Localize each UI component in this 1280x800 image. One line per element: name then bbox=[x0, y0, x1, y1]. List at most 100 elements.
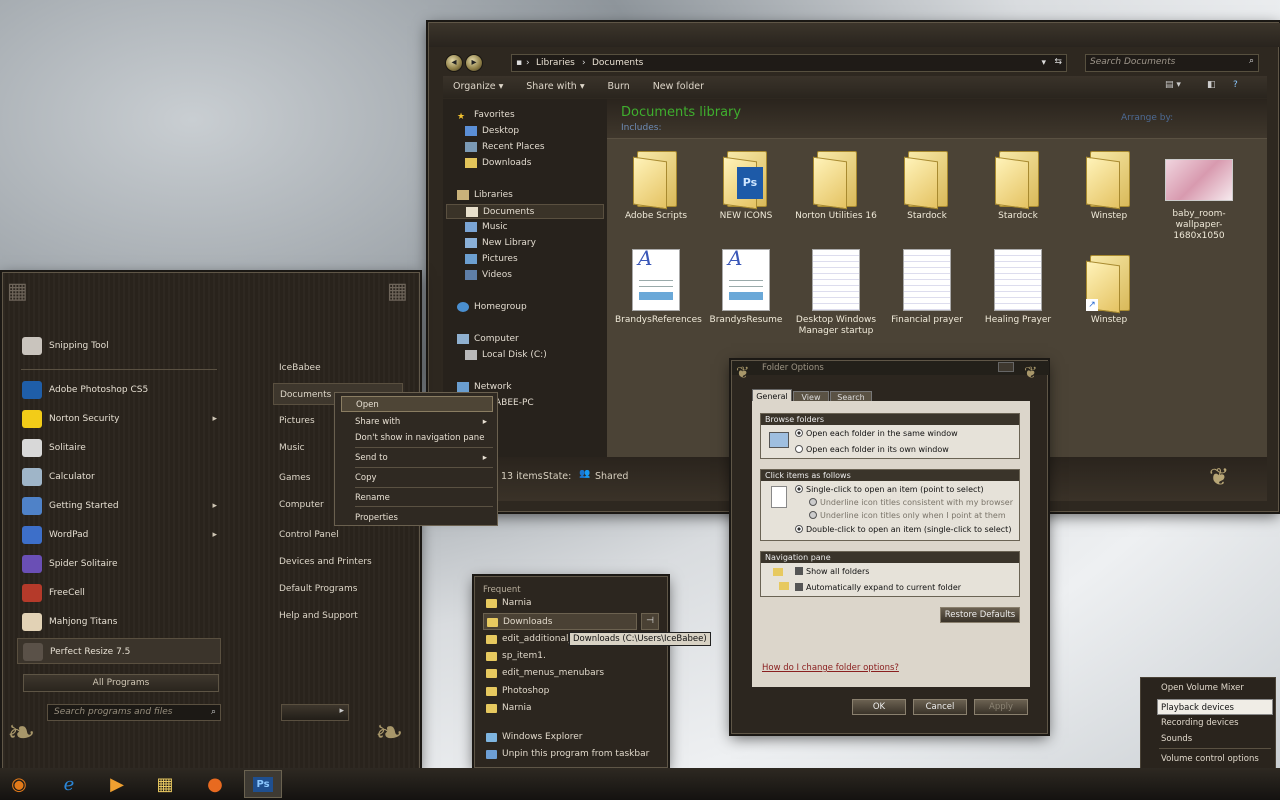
jumplist-item[interactable]: Photoshop bbox=[483, 683, 661, 700]
nav-recent[interactable]: Recent Places bbox=[465, 140, 625, 155]
nav-computer[interactable]: Computer bbox=[457, 332, 617, 347]
apply-button[interactable]: Apply bbox=[974, 699, 1028, 715]
file-item[interactable]: baby_room-wallpaper-1680x1050 bbox=[1158, 145, 1240, 242]
program-item[interactable]: Norton Security ▸ bbox=[17, 406, 221, 432]
program-item[interactable]: FreeCell bbox=[17, 580, 221, 606]
menu-send-to[interactable]: Send to ▸ bbox=[341, 450, 493, 466]
menu-open[interactable]: Open bbox=[341, 396, 493, 412]
program-item[interactable]: Solitaire bbox=[17, 435, 221, 461]
burn-button[interactable]: Burn bbox=[608, 76, 630, 98]
library-includes[interactable]: Includes: bbox=[621, 123, 661, 133]
jumplist-item[interactable]: edit_menus_menubars bbox=[483, 665, 661, 682]
file-item[interactable]: Ps NEW ICONS bbox=[705, 145, 787, 222]
help-link[interactable]: How do I change folder options? bbox=[762, 663, 899, 673]
refresh-icon[interactable]: ⇆ bbox=[1054, 57, 1062, 67]
back-button[interactable]: ◂ bbox=[445, 54, 463, 72]
explorer-taskbar-icon[interactable]: ▦ bbox=[146, 770, 184, 798]
file-item[interactable]: Stardock bbox=[977, 145, 1059, 222]
menu-recording-devices[interactable]: Recording devices bbox=[1145, 715, 1273, 731]
jumplist-item[interactable]: Downloads bbox=[483, 613, 637, 630]
cancel-button[interactable]: Cancel bbox=[913, 699, 967, 715]
address-bar[interactable]: ▪ › Libraries › Documents ▾ ⇆ bbox=[511, 54, 1067, 72]
media-player-icon[interactable]: ▶ bbox=[98, 770, 136, 798]
file-item[interactable]: A BrandysReferences bbox=[615, 248, 702, 326]
menu-share-with[interactable]: Share with ▸ bbox=[341, 414, 493, 430]
jumplist-item[interactable]: sp_item1. bbox=[483, 648, 661, 665]
nav-music[interactable]: Music bbox=[465, 220, 625, 235]
organize-button[interactable]: Organize ▾ bbox=[453, 76, 503, 98]
nav-pictures[interactable]: Pictures bbox=[465, 252, 625, 267]
menu-playback-devices[interactable]: Playback devices bbox=[1157, 699, 1273, 715]
dropdown-icon[interactable]: ▾ bbox=[1041, 58, 1046, 68]
dialog-titlebar[interactable]: Folder Options bbox=[732, 361, 1049, 375]
file-item[interactable]: Adobe Scripts bbox=[615, 145, 697, 222]
all-programs-button[interactable]: All Programs bbox=[23, 674, 219, 692]
radio-own-window[interactable]: Open each folder in its own window bbox=[795, 445, 949, 455]
nav-homegroup[interactable]: Homegroup bbox=[457, 300, 617, 315]
view-icon[interactable]: ▤ ▾ bbox=[1165, 80, 1181, 90]
search-input[interactable]: Search Documents ⌕ bbox=[1085, 54, 1259, 72]
menu-rename[interactable]: Rename bbox=[341, 490, 493, 506]
radio-double-click[interactable]: Double-click to open an item (single-cli… bbox=[795, 525, 1011, 535]
file-item[interactable]: Financial prayer bbox=[886, 249, 968, 326]
menu-open-mixer[interactable]: Open Volume Mixer bbox=[1145, 680, 1273, 696]
program-item[interactable]: Snipping Tool bbox=[17, 333, 221, 359]
file-item[interactable]: Winstep bbox=[1068, 145, 1150, 222]
share-with-button[interactable]: Share with ▾ bbox=[526, 76, 584, 98]
menu-dont-show[interactable]: Don't show in navigation pane bbox=[341, 430, 493, 446]
menu-copy[interactable]: Copy bbox=[341, 470, 493, 486]
jumplist-explorer[interactable]: Windows Explorer bbox=[483, 729, 661, 746]
checkbox-show-all-folders[interactable]: Show all folders bbox=[795, 567, 869, 577]
program-item[interactable]: Adobe Photoshop CS5 bbox=[17, 377, 221, 403]
help-icon[interactable]: ? bbox=[1233, 80, 1238, 90]
pin-icon[interactable]: ⊣ bbox=[641, 613, 659, 630]
place-item[interactable]: Control Panel bbox=[273, 524, 403, 546]
close-button[interactable] bbox=[998, 362, 1014, 372]
nav-libraries[interactable]: Libraries bbox=[457, 188, 617, 203]
checkbox-auto-expand[interactable]: Automatically expand to current folder bbox=[795, 583, 961, 593]
file-item[interactable]: Desktop Windows Manager startup bbox=[795, 249, 877, 337]
restore-defaults-button[interactable]: Restore Defaults bbox=[940, 607, 1020, 623]
preview-pane-icon[interactable]: ◧ bbox=[1207, 80, 1216, 90]
program-item[interactable]: Spider Solitaire bbox=[17, 551, 221, 577]
forward-button[interactable]: ▸ bbox=[465, 54, 483, 72]
start-search-input[interactable]: Search programs and files ⌕ bbox=[47, 704, 221, 721]
new-folder-button[interactable]: New folder bbox=[653, 76, 704, 98]
file-item[interactable]: Healing Prayer bbox=[977, 249, 1059, 326]
program-item[interactable]: WordPad ▸ bbox=[17, 522, 221, 548]
place-item[interactable]: Default Programs bbox=[273, 578, 403, 600]
radio-same-window[interactable]: Open each folder in the same window bbox=[795, 429, 958, 439]
start-orb-icon[interactable]: ◉ bbox=[0, 770, 38, 798]
nav-documents[interactable]: Documents bbox=[446, 204, 604, 219]
breadcrumb-documents[interactable]: Documents bbox=[592, 58, 643, 68]
program-item[interactable]: Perfect Resize 7.5 bbox=[17, 638, 221, 664]
nav-downloads[interactable]: Downloads bbox=[465, 156, 625, 171]
menu-volume-options[interactable]: Volume control options bbox=[1145, 751, 1273, 767]
place-item[interactable]: Devices and Printers bbox=[273, 551, 403, 573]
program-item[interactable]: Getting Started ▸ bbox=[17, 493, 221, 519]
program-item[interactable]: Calculator bbox=[17, 464, 221, 490]
nav-local-disk[interactable]: Local Disk (C:) bbox=[465, 348, 625, 363]
menu-sounds[interactable]: Sounds bbox=[1145, 731, 1273, 747]
jumplist-item[interactable]: Narnia bbox=[483, 595, 661, 612]
nav-favorites[interactable]: ★ Favorites bbox=[457, 108, 617, 123]
file-item[interactable]: ↗ Winstep bbox=[1068, 249, 1150, 326]
nav-new-library[interactable]: New Library bbox=[465, 236, 625, 251]
radio-underline-point[interactable]: Underline icon titles only when I point … bbox=[809, 511, 1006, 521]
menu-properties[interactable]: Properties bbox=[341, 510, 493, 526]
ok-button[interactable]: OK bbox=[852, 699, 906, 715]
file-item[interactable]: Stardock bbox=[886, 145, 968, 222]
firefox-icon[interactable]: ● bbox=[196, 770, 234, 798]
file-item[interactable]: A BrandysResume bbox=[705, 248, 787, 326]
jumplist-item[interactable]: Narnia bbox=[483, 700, 661, 717]
arrange-by[interactable]: Arrange by: bbox=[1121, 113, 1173, 123]
shutdown-button[interactable]: ▸ bbox=[281, 704, 349, 721]
photoshop-taskbar-icon[interactable]: Ps bbox=[244, 770, 282, 798]
program-item[interactable]: Mahjong Titans bbox=[17, 609, 221, 635]
place-item[interactable]: IceBabee bbox=[273, 357, 403, 379]
internet-explorer-icon[interactable]: e bbox=[50, 770, 88, 798]
jumplist-unpin[interactable]: Unpin this program from taskbar bbox=[483, 746, 661, 763]
file-item[interactable]: Norton Utilities 16 bbox=[795, 145, 877, 222]
nav-videos[interactable]: Videos bbox=[465, 268, 625, 283]
breadcrumb-libraries[interactable]: Libraries bbox=[536, 58, 575, 68]
